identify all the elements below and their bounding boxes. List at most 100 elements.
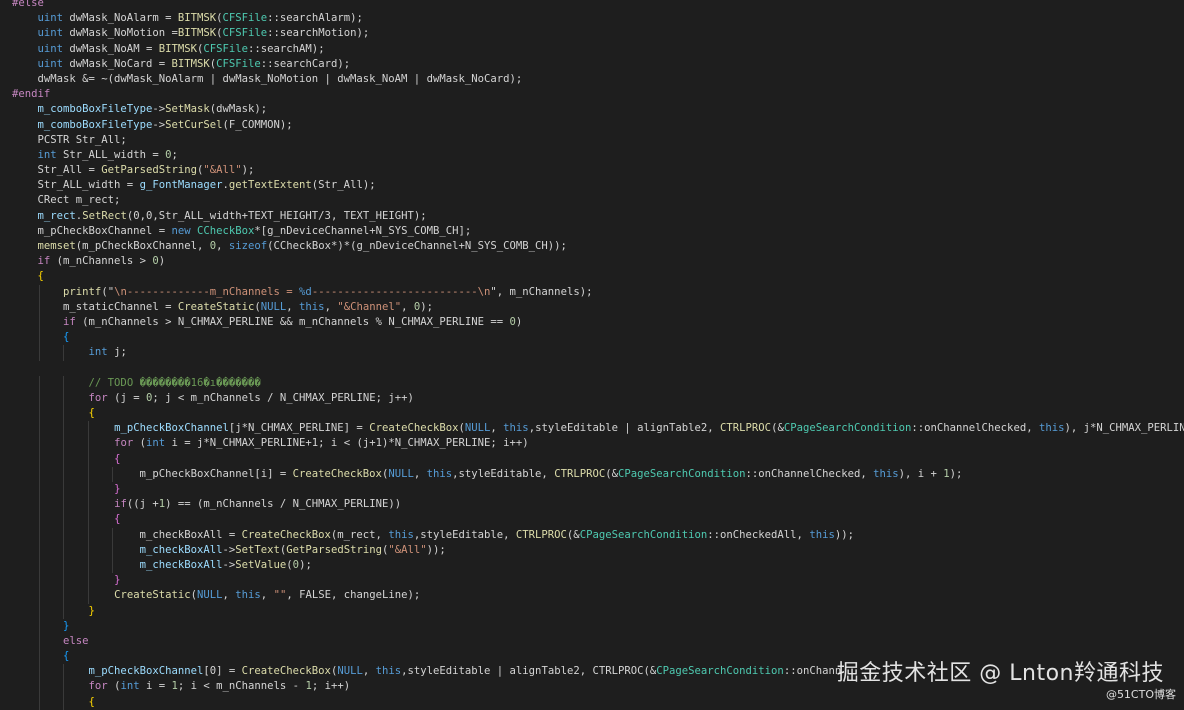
code-token: ,: [413, 467, 427, 480]
code-token: ,: [401, 300, 414, 313]
code-token: CPageSearchCondition: [579, 528, 708, 541]
code-token: m_comboBoxFileType: [37, 103, 153, 116]
code-token: }: [63, 619, 70, 632]
indent-guide: [87, 451, 89, 467]
code-line: {: [12, 269, 1184, 284]
code-token: int: [120, 680, 140, 693]
code-token: }: [114, 574, 121, 587]
code-line: CreateStatic(NULL, this, "", FALSE, chan…: [12, 588, 1184, 604]
code-token: ,: [362, 665, 376, 678]
code-token: "": [273, 589, 287, 602]
code-token: , FALSE, changeLine);: [286, 589, 421, 602]
code-token: }: [114, 483, 121, 495]
indent-guide: [39, 497, 41, 513]
code-token: memset: [37, 240, 76, 252]
code-token: CRect m_rect;: [12, 194, 121, 207]
code-token: for: [88, 680, 108, 693]
code-token: ->: [152, 118, 166, 131]
code-line: Str_ALL_width = g_FontManager.getTextExt…: [12, 178, 1184, 193]
indent-guide: [63, 694, 65, 710]
code-token: ; i++): [311, 680, 351, 693]
code-token: m_comboBoxFileType: [37, 118, 153, 131]
code-token: this: [388, 528, 414, 541]
code-token: ));: [426, 543, 446, 556]
code-token: SetText: [235, 543, 280, 556]
code-token: ::onChann: [783, 665, 842, 678]
indent-guide: [63, 527, 65, 543]
code-token: BITMSK: [158, 42, 197, 55]
indent-guide: [39, 527, 41, 543]
code-token: ::searchMotion);: [267, 27, 370, 40]
code-token: CreateStatic: [177, 300, 255, 313]
code-editor[interactable]: #else uint dwMask_NoAlarm = BITMSK(CFSFi…: [12, 0, 1184, 710]
indent-guide: [39, 633, 41, 650]
code-token: uint: [37, 12, 64, 25]
code-token: CFSFile: [203, 42, 249, 55]
code-token: m_pCheckBoxChannel: [114, 422, 229, 435]
code-token: ,: [286, 300, 300, 313]
code-token: CreateCheckBox: [369, 422, 459, 435]
code-line: m_checkBoxAll = CreateCheckBox(m_rect, t…: [12, 527, 1184, 543]
code-token: CFSFile: [222, 12, 268, 25]
code-token: this: [809, 528, 835, 541]
code-line: int Str_ALL_width = 0;: [12, 148, 1184, 163]
code-token: CFSFile: [222, 27, 268, 40]
code-token: {: [63, 650, 70, 663]
code-line: memset(m_pCheckBoxChannel, 0, sizeof(CCh…: [12, 239, 1184, 254]
indent-guide: [63, 603, 65, 619]
code-token: ", m_nChannels);: [490, 285, 593, 298]
indent-guide: [87, 466, 89, 482]
code-line: {: [12, 330, 1184, 346]
code-line: }: [12, 482, 1184, 498]
code-token: ::searchAM);: [248, 42, 325, 55]
code-token: CreateStatic: [114, 589, 191, 602]
code-token: (0,0,Str_ALL_width+TEXT_HEIGHT/3, TEXT_H…: [126, 209, 427, 222]
code-token: (&: [605, 467, 618, 480]
indent-guide: [63, 466, 65, 482]
code-token: this: [375, 665, 402, 678]
indent-guide: [63, 588, 65, 604]
code-token: \n-------------m_nChannels =: [114, 285, 300, 298]
indent-guide: [87, 512, 89, 528]
code-token: BITMSK: [177, 12, 217, 25]
code-token: ::onChannelChecked,: [745, 467, 874, 480]
code-line: int j;: [12, 345, 1184, 361]
code-token: SetRect: [82, 209, 127, 222]
code-token: Str_All =: [12, 164, 102, 177]
code-token: uint: [37, 27, 64, 40]
code-token: ), j*N_CHMAX_PERLINE+1);: [1064, 422, 1184, 435]
code-token: NULL: [337, 665, 363, 678]
code-token: );: [420, 300, 434, 313]
indent-guide: [111, 527, 113, 543]
code-line: uint dwMask_NoAlarm = BITMSK(CFSFile::se…: [12, 11, 1184, 26]
indent-guide: [39, 345, 41, 361]
code-token: ));: [834, 528, 854, 541]
code-token: (&: [771, 422, 784, 435]
indent-guide: [87, 573, 89, 589]
code-line: PCSTR Str_All;: [12, 133, 1184, 148]
code-token: GetParsedString: [286, 543, 382, 556]
code-line: {: [12, 406, 1184, 422]
indent-guide: [39, 406, 41, 422]
code-token: {: [88, 695, 95, 708]
code-line: {: [12, 451, 1184, 467]
code-token: (: [133, 437, 146, 450]
code-token: for: [114, 437, 134, 450]
code-token: m_checkBoxAll =: [12, 528, 242, 541]
code-token: ,: [490, 422, 504, 435]
code-token: CreateCheckBox: [241, 665, 331, 678]
code-token: "&All": [203, 164, 242, 177]
